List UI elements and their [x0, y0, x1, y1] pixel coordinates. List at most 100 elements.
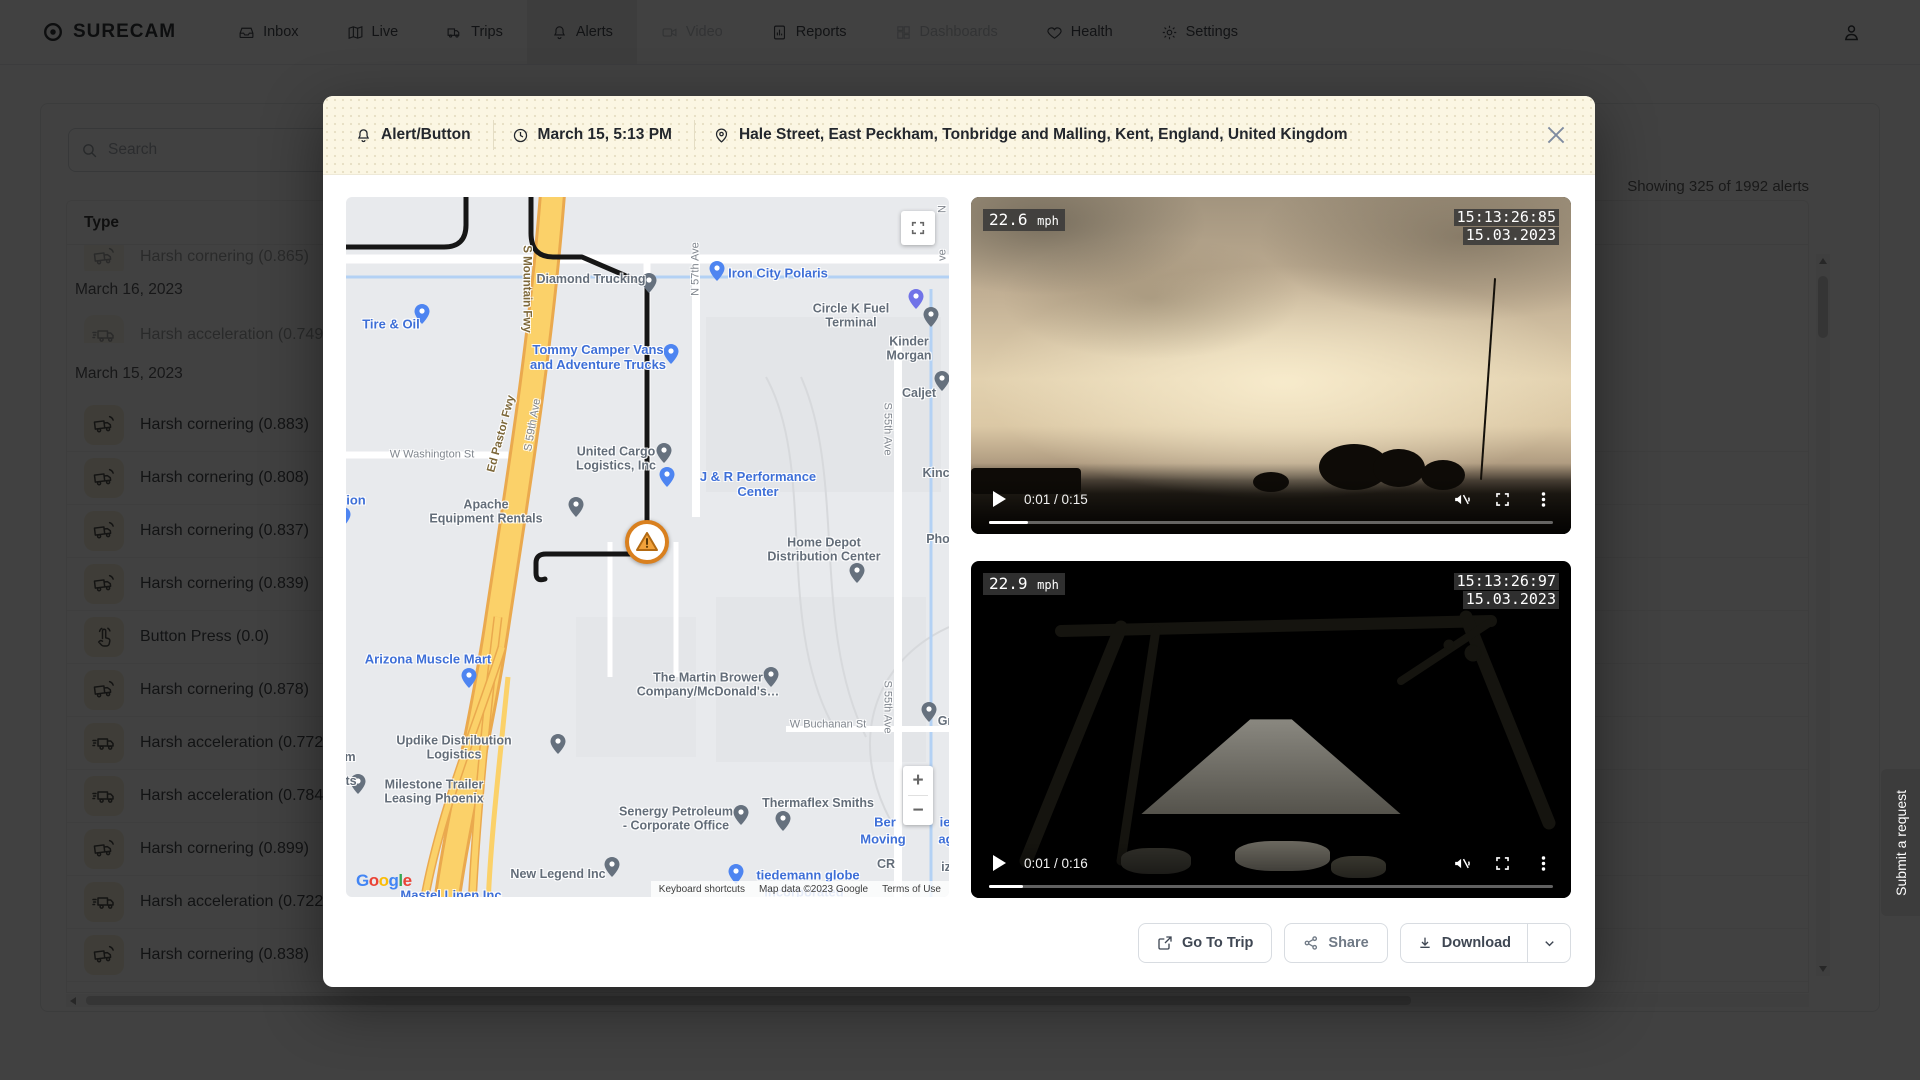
download-split-button: Download: [1399, 923, 1571, 963]
video-player-rear[interactable]: 22.9 mph 15:13:26:97 15.03.2023 0:01 / 0…: [971, 561, 1571, 898]
map-label: Diamond Trucking: [536, 271, 646, 286]
gray-map-pin-icon: [923, 307, 939, 327]
video-controls: 0:01 / 0:16: [971, 842, 1571, 898]
blue-map-pin-icon: [659, 467, 675, 487]
mute-icon[interactable]: [1452, 854, 1471, 873]
mute-icon[interactable]: [1452, 490, 1471, 509]
map-label: Updike Distribution Logistics: [396, 733, 512, 762]
warning-triangle-icon: [636, 532, 658, 551]
close-button[interactable]: [1543, 122, 1569, 148]
map-label: Caljet: [901, 385, 937, 400]
map-label: Home Depot Distribution Center: [767, 535, 881, 564]
map-label: Pho: [926, 531, 949, 546]
map-label: United Cargo Logistics, Inc: [576, 444, 656, 473]
map-label: Kinder Morgan: [886, 334, 932, 363]
map-label: Apache Equipment Rentals: [429, 497, 543, 526]
fullscreen-icon: [911, 221, 925, 235]
google-logo: Google: [356, 871, 412, 890]
alert-event-marker[interactable]: [625, 520, 669, 564]
map-label: ag: [938, 831, 949, 847]
play-button[interactable]: [993, 855, 1006, 871]
share-icon: [1305, 936, 1318, 950]
alert-time: March 15, 5:13 PM: [492, 120, 694, 150]
map-label: N 57th Ave: [689, 242, 702, 296]
map-label: ion: [346, 492, 366, 508]
map-label: CR: [876, 856, 896, 871]
map-label: ie: [939, 814, 949, 830]
map-label: W Buchanan St: [789, 718, 867, 731]
speed-overlay: 22.6 mph: [983, 209, 1065, 231]
close-icon: [1547, 126, 1565, 144]
speed-overlay: 22.9 mph: [983, 573, 1065, 595]
map-label: Moving: [860, 831, 906, 847]
chevron-down-icon: [1544, 940, 1554, 946]
download-button[interactable]: Download: [1401, 924, 1527, 962]
more-options-icon[interactable]: [1534, 854, 1553, 873]
zoom-out-button[interactable]: −: [903, 796, 933, 825]
blue-map-pin-icon: [346, 507, 351, 527]
fullscreen-video-icon[interactable]: [1493, 490, 1512, 509]
map-label: New Legend Inc: [510, 866, 606, 881]
gray-map-pin-icon: [568, 497, 584, 517]
gray-map-pin-icon: [921, 702, 937, 722]
map-label: Kinc: [922, 465, 949, 480]
modal-header: Alert/Button March 15, 5:13 PM Hale Stre…: [323, 96, 1595, 175]
gray-map-pin-icon: [849, 563, 865, 583]
map-label: J & R Performance Center: [699, 469, 817, 499]
map-label: Iron City Polaris: [728, 265, 828, 281]
submit-request-label: Submit a request: [1892, 789, 1909, 896]
map-label: S 55th Ave: [881, 402, 894, 456]
download-options-button[interactable]: [1528, 924, 1570, 962]
map-label: iz: [941, 859, 949, 874]
map-label: Ber: [874, 814, 896, 830]
zoom-in-button[interactable]: +: [903, 766, 933, 795]
map-label: Tommy Camper Vans and Adventure Trucks: [529, 342, 667, 372]
fullscreen-video-icon[interactable]: [1493, 854, 1512, 873]
more-options-icon[interactable]: [1534, 490, 1553, 509]
alert-type: Alert/Button: [355, 120, 493, 150]
map-label: Arizona Muscle Mart: [364, 651, 492, 667]
alert-detail-modal: Alert/Button March 15, 5:13 PM Hale Stre…: [323, 96, 1595, 987]
map-label: Senergy Petroleum - Corporate Office: [619, 804, 733, 833]
download-icon: [1420, 937, 1430, 948]
alert-location-label: Hale Street, East Peckham, Tonbridge and…: [738, 126, 1348, 143]
map-label: Tire & Oil: [362, 316, 420, 332]
play-button[interactable]: [993, 491, 1006, 507]
external-link-icon: [1158, 936, 1172, 950]
gray-map-pin-icon: [550, 734, 566, 754]
map-fullscreen-button[interactable]: [901, 211, 935, 245]
map-label: ts: [346, 773, 357, 788]
timestamp-overlay: 15:13:26:85 15.03.2023: [1453, 208, 1559, 246]
map-label: Milestone Trailer Leasing Phoenix: [384, 777, 484, 806]
map-label: ve: [936, 249, 949, 261]
alert-time-label: March 15, 5:13 PM: [537, 126, 672, 143]
keyboard-shortcuts-link[interactable]: Keyboard shortcuts: [659, 884, 745, 895]
blue-map-pin-icon: [709, 261, 725, 281]
video-time-display: 0:01 / 0:16: [1024, 855, 1088, 871]
video-player-front[interactable]: 22.6 mph 15:13:26:85 15.03.2023 0:01 / 0…: [971, 197, 1571, 534]
map-label: W Washington St: [389, 448, 475, 461]
map-attribution: Keyboard shortcuts Map data ©2023 Google…: [650, 881, 949, 897]
video-progress-bar[interactable]: [989, 521, 1553, 524]
map-data-text: Map data ©2023 Google: [758, 883, 869, 895]
map-label: The Martin Brower Company/McDonald's…: [636, 670, 780, 699]
gray-map-pin-icon: [656, 443, 672, 463]
modal-footer: Go To Trip Share Download: [1137, 923, 1571, 963]
gray-map-pin-icon: [604, 857, 620, 877]
fuel-map-pin-icon: [908, 289, 924, 309]
submit-request-tab[interactable]: Submit a request: [1881, 769, 1920, 916]
share-button[interactable]: Share: [1284, 923, 1388, 963]
go-to-trip-button[interactable]: Go To Trip: [1137, 923, 1273, 963]
video-time-display: 0:01 / 0:15: [1024, 491, 1088, 507]
timestamp-overlay: 15:13:26:97 15.03.2023: [1453, 572, 1559, 610]
map-label: m: [346, 749, 356, 764]
gray-map-pin-icon: [775, 811, 791, 831]
video-progress-bar[interactable]: [989, 885, 1553, 888]
blue-map-pin-icon: [461, 668, 477, 688]
map-label: S 55th Ave: [881, 680, 894, 734]
alert-map[interactable]: Diamond Trucking Iron City Polaris Circle …: [346, 197, 949, 897]
terms-of-use-link[interactable]: Terms of Use: [882, 884, 941, 895]
map-label: Circle K Fuel Terminal: [812, 301, 890, 330]
map-label: Gr: [937, 713, 949, 728]
gray-map-pin-icon: [733, 805, 749, 825]
